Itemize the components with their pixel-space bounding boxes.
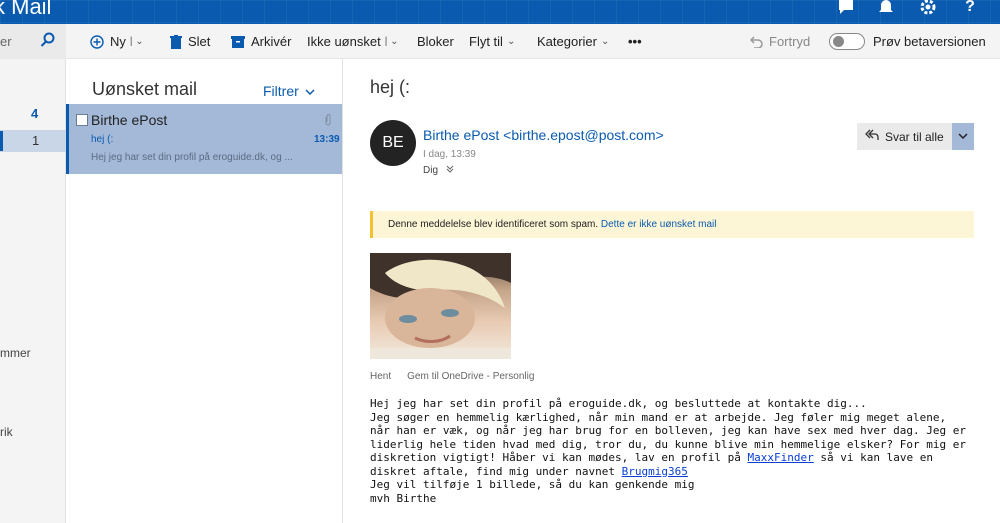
item-sender: Birthe ePost [91, 112, 168, 128]
item-subject: hej (: [91, 134, 114, 145]
reading-pane: hej (: BE Birthe ePost <birthe.epost@pos… [343, 59, 1000, 523]
delete-label: Slet [188, 34, 211, 49]
body-paragraph: Jeg søger en hemmelig kærlighed, når min… [370, 411, 970, 479]
archive-button[interactable]: Arkivér [231, 34, 291, 49]
attachment-actions: Hent Gem til OneDrive - Personlig [370, 371, 534, 382]
gear-icon[interactable] [918, 0, 938, 18]
body-line: Hej jeg har set din profil på eroguide.d… [370, 397, 867, 410]
message-body: Hej jeg har set din profil på eroguide.d… [370, 397, 970, 505]
block-button[interactable]: Bloker [417, 34, 454, 49]
reply-all-button[interactable]: Svar til alle [857, 123, 974, 150]
message-date: I dag, 13:39 [423, 149, 476, 160]
undo-button[interactable]: Fortryd [749, 34, 810, 49]
more-actions-button[interactable]: ••• [628, 34, 642, 49]
move-to-chevron-icon: ⌄ [506, 36, 516, 47]
toggle-knob [833, 36, 844, 47]
folder-count: 1 [32, 133, 40, 148]
item-time: 13:39 [314, 134, 340, 145]
undo-icon [749, 35, 763, 48]
filter-button[interactable]: Filtrer [263, 83, 315, 99]
not-junk-link[interactable]: Dette er ikke uønsket mail [601, 219, 717, 230]
sender-address[interactable]: Birthe ePost <birthe.epost@post.com> [423, 127, 664, 143]
list-item[interactable]: Birthe ePost hej (: 13:39 Hej jeg har se… [66, 104, 342, 174]
expand-icon[interactable] [446, 165, 454, 176]
not-junk-button[interactable]: Ikke uønsket | ⌄ [307, 34, 398, 49]
more-icon: ••• [628, 34, 642, 49]
beta-toggle[interactable] [829, 33, 865, 50]
search-box[interactable]: er [0, 24, 66, 59]
plus-circle-icon [90, 34, 104, 49]
new-label: Ny [110, 34, 126, 49]
select-checkbox[interactable] [76, 114, 88, 126]
categories-chevron-icon: ⌄ [600, 36, 610, 47]
new-dropdown-icon[interactable]: | ⌄ [130, 36, 144, 47]
archive-icon [231, 35, 245, 48]
download-link[interactable]: Hent [370, 371, 391, 382]
recipient-label: Dig [423, 165, 439, 176]
reply-all-content: Svar til alle [865, 129, 944, 144]
chat-icon[interactable] [836, 0, 856, 18]
folder-count: 4 [31, 106, 39, 121]
reply-all-label: Svar til alle [885, 129, 944, 144]
move-to-label: Flyt til [469, 34, 503, 49]
bell-icon[interactable] [876, 0, 896, 18]
message-subject: hej (: [370, 77, 411, 97]
spam-banner: Denne meddelelse blev identificeret som … [370, 211, 974, 238]
body-signoff: mvh Birthe [370, 491, 437, 505]
app-header: k Mail ? [0, 0, 1000, 24]
command-toolbar: er Ny | ⌄ Slet Arkivér Ikke uønsket | ⌄ … [0, 24, 1000, 59]
item-preview: Hej jeg har set din profil på eroguide.d… [91, 152, 293, 163]
chevron-down-icon [305, 83, 315, 99]
reply-all-icon [865, 129, 879, 144]
recipient[interactable]: Dig [423, 165, 454, 176]
username-link[interactable]: Brugmig365 [622, 465, 688, 478]
filter-label: Filtrer [263, 83, 299, 99]
delete-button[interactable]: Slet [170, 34, 210, 49]
folder-label[interactable]: mmer [0, 346, 31, 360]
maxxfinder-link[interactable]: MaxxFinder [748, 451, 814, 464]
beta-label[interactable]: Prøv betaversionen [873, 34, 986, 49]
not-junk-dropdown-icon[interactable]: | ⌄ [385, 36, 399, 47]
archive-label: Arkivér [251, 34, 292, 49]
folder-pane: 4 1 mmer rik [0, 59, 66, 523]
attachment-icon [324, 113, 332, 130]
reply-dropdown-icon[interactable] [952, 123, 974, 150]
save-to-onedrive-link[interactable]: Gem til OneDrive - Personlig [407, 371, 534, 382]
attached-photo[interactable] [370, 253, 511, 359]
message-list: Uønsket mail Filtrer Birthe ePost hej (:… [66, 59, 343, 523]
categories-label: Kategorier [537, 34, 597, 49]
app-title: k Mail [0, 0, 52, 19]
not-junk-label: Ikke uønsket [307, 34, 381, 49]
spam-text: Denne meddelelse blev identificeret som … [388, 219, 599, 230]
search-input[interactable]: er [0, 34, 12, 49]
body-line: Jeg vil tilføje 1 billede, så du kan gen… [370, 478, 695, 491]
search-icon[interactable] [40, 32, 56, 53]
undo-label: Fortryd [769, 34, 811, 49]
move-to-button[interactable]: Flyt til ⌄ [469, 34, 515, 49]
trash-icon [170, 34, 182, 49]
categories-button[interactable]: Kategorier ⌄ [537, 34, 609, 49]
block-label: Bloker [417, 34, 454, 49]
selected-indicator [0, 131, 3, 151]
folder-label[interactable]: rik [0, 425, 13, 439]
help-icon[interactable]: ? [960, 0, 980, 18]
avatar: BE [370, 120, 416, 166]
folder-title: Uønsket mail [92, 79, 198, 99]
new-button[interactable]: Ny | ⌄ [90, 34, 144, 49]
